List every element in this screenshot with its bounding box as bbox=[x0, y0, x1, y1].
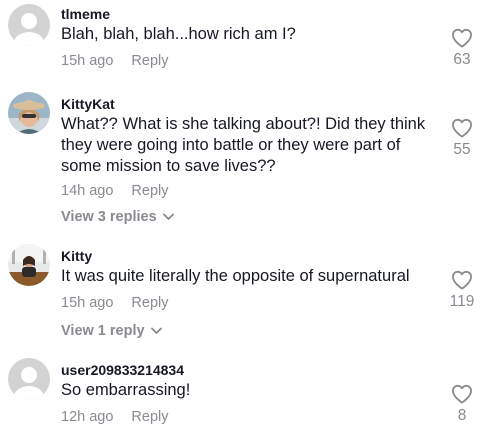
view-replies-button[interactable]: View 1 reply bbox=[61, 323, 162, 339]
chevron-down-icon bbox=[150, 327, 162, 335]
view-replies-button[interactable]: View 3 replies bbox=[61, 209, 174, 225]
like-count: 8 bbox=[457, 407, 467, 424]
heart-icon[interactable] bbox=[451, 384, 473, 404]
comment-username[interactable]: user209833214834 bbox=[61, 362, 184, 378]
comment-meta: 14h ago Reply bbox=[61, 183, 169, 199]
comment-text: Blah, blah, blah...how rich am I? bbox=[61, 25, 296, 43]
comment-timestamp: 12h ago bbox=[61, 409, 114, 425]
like-control: 55 bbox=[447, 118, 477, 159]
reply-button[interactable]: Reply bbox=[131, 53, 168, 69]
profile-photo[interactable] bbox=[8, 92, 50, 134]
chevron-down-icon bbox=[162, 213, 174, 221]
comment-timestamp: 15h ago bbox=[61, 295, 114, 311]
reply-button[interactable]: Reply bbox=[131, 183, 168, 199]
comment-timestamp: 14h ago bbox=[61, 183, 114, 199]
comment-meta: 12h ago Reply bbox=[61, 409, 169, 425]
like-count: 63 bbox=[453, 51, 471, 68]
like-control: 63 bbox=[447, 28, 477, 69]
reply-button[interactable]: Reply bbox=[131, 409, 168, 425]
comment-username[interactable]: KittyKat bbox=[61, 96, 115, 112]
heart-icon[interactable] bbox=[451, 118, 473, 138]
comment-text: So embarrassing! bbox=[61, 381, 191, 399]
comment-username[interactable]: tlmeme bbox=[61, 6, 110, 22]
comment-username[interactable]: Kitty bbox=[61, 248, 92, 264]
reply-button[interactable]: Reply bbox=[131, 295, 168, 311]
view-replies-label: View 3 replies bbox=[61, 209, 157, 225]
like-count: 119 bbox=[449, 293, 475, 310]
comment-timestamp: 15h ago bbox=[61, 53, 114, 69]
comment-text: It was quite literally the opposite of s… bbox=[61, 267, 410, 285]
heart-icon[interactable] bbox=[451, 270, 473, 290]
like-control: 8 bbox=[447, 384, 477, 425]
comment-text: What?? What is she talking about?! Did t… bbox=[61, 115, 426, 175]
profile-photo[interactable] bbox=[8, 244, 50, 286]
view-replies-label: View 1 reply bbox=[61, 323, 145, 339]
like-count: 55 bbox=[453, 141, 471, 158]
default-avatar-icon[interactable] bbox=[8, 358, 50, 400]
default-avatar-icon[interactable] bbox=[8, 4, 50, 46]
like-control: 119 bbox=[447, 270, 477, 311]
comment-meta: 15h ago Reply bbox=[61, 53, 169, 69]
comment-meta: 15h ago Reply bbox=[61, 295, 169, 311]
heart-icon[interactable] bbox=[451, 28, 473, 48]
